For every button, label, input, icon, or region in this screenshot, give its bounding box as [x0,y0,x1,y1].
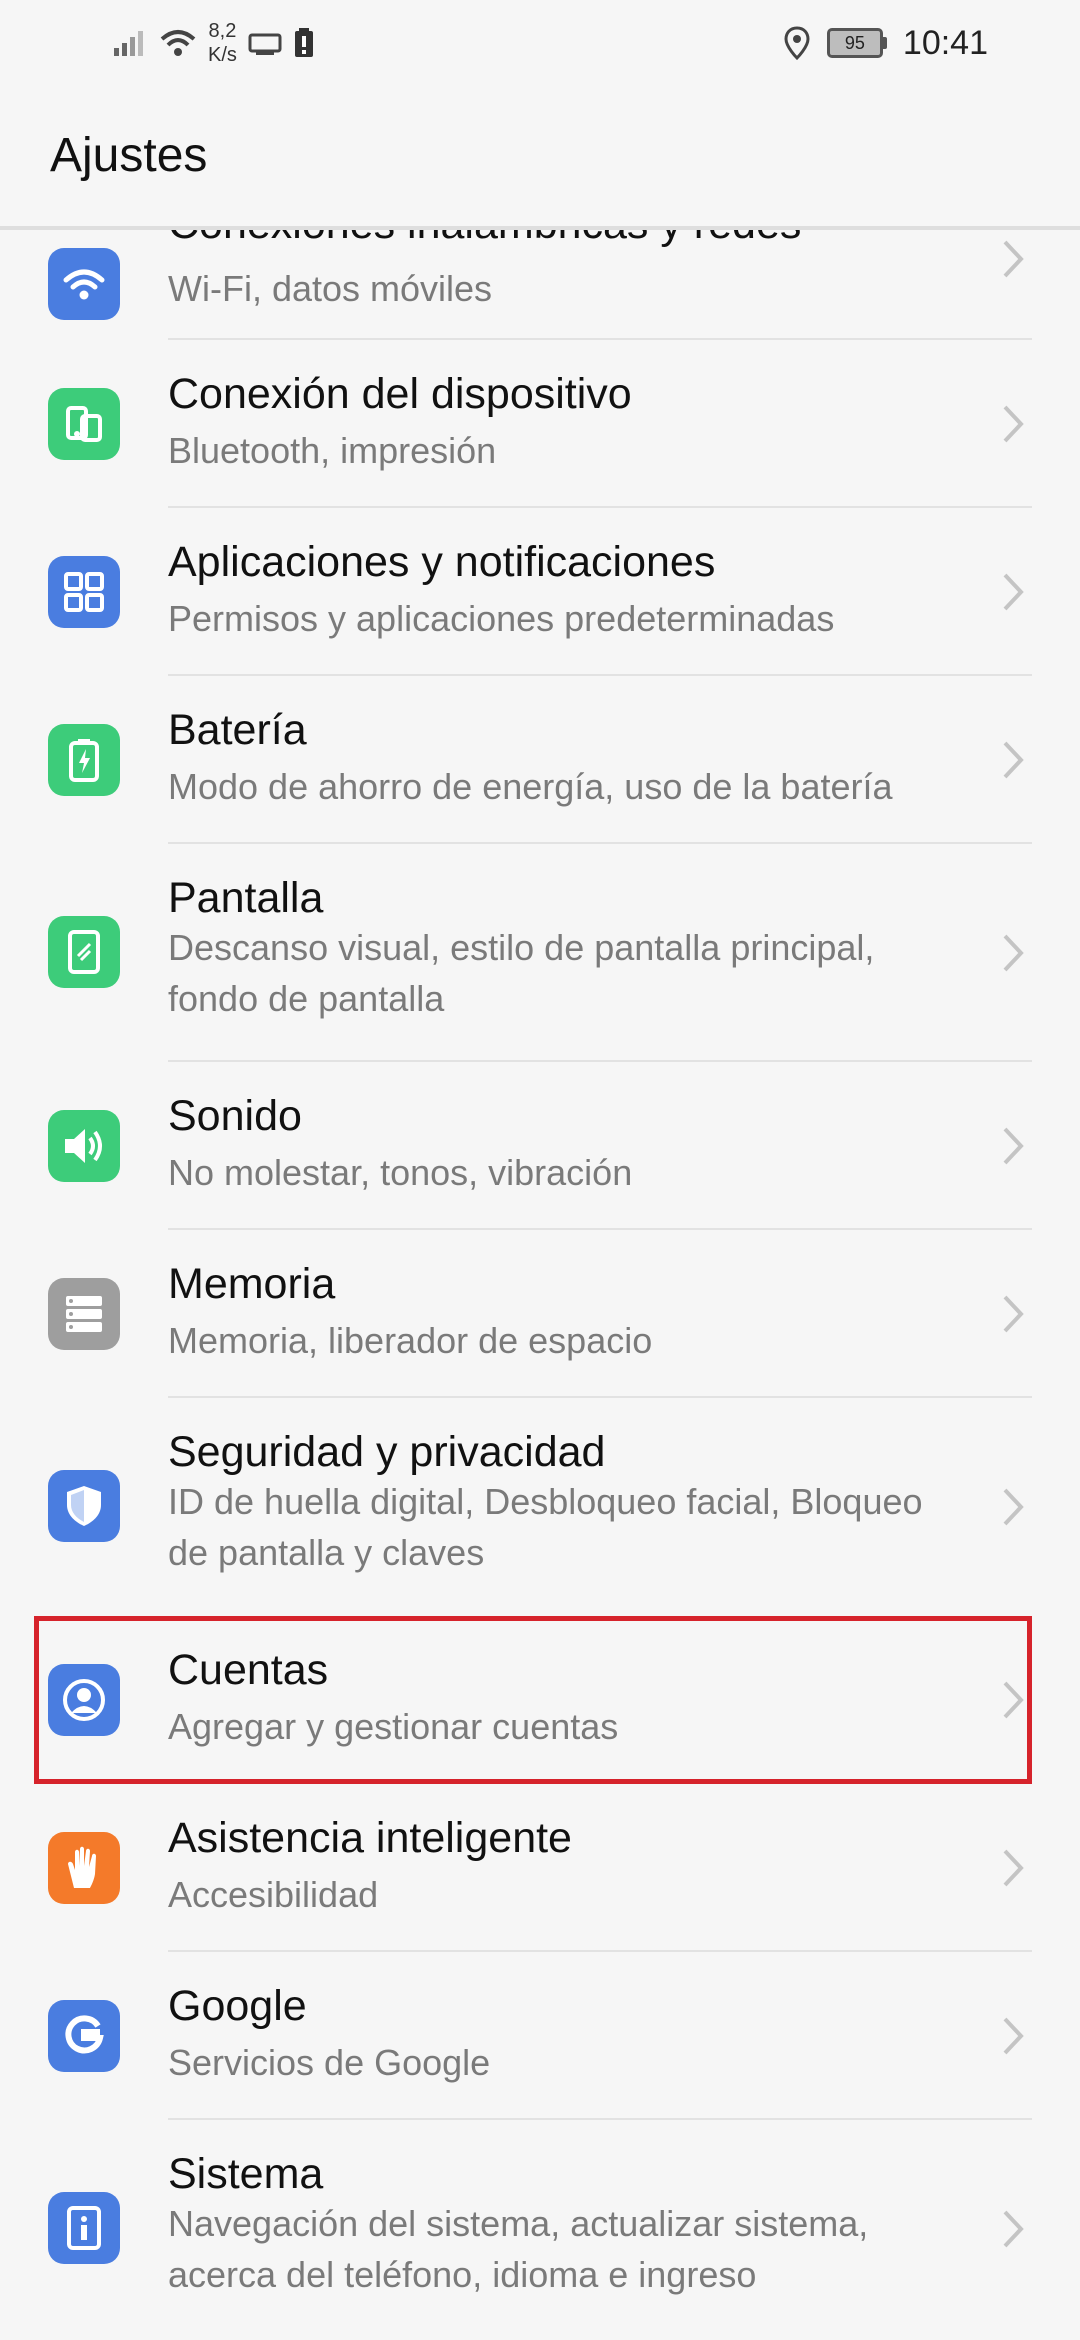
setting-subtitle: Agregar y gestionar cuentas [168,1706,619,1747]
battery-alert-icon [294,28,313,57]
settings-item-security[interactable]: Seguridad y privacidad ID de huella digi… [0,1398,1080,1616]
settings-item-system[interactable]: Sistema Navegación del sistema, actualiz… [0,2120,1080,2338]
setting-title: Sistema [168,2150,324,2198]
status-right-group: 95 10:41 [783,18,988,68]
battery-icon [48,724,120,796]
chevron-right-icon [1003,1295,1024,1333]
setting-title: Cuentas [168,1646,329,1694]
wifi-icon [48,248,120,320]
setting-title: Conexión del dispositivo [168,370,632,418]
setting-subtitle: No molestar, tonos, vibración [168,1152,633,1193]
chevron-right-icon [1003,934,1024,972]
setting-title: Seguridad y privacidad [168,1428,606,1476]
setting-subtitle: Servicios de Google [168,2042,491,2083]
setting-subtitle: Memoria, liberador de espacio [168,1320,653,1361]
settings-item-sound[interactable]: Sonido No molestar, tonos, vibración [0,1062,1080,1230]
net-speed-value: 8,2 [208,20,237,42]
setting-title: Asistencia inteligente [168,1814,572,1862]
chevron-right-icon [1003,2017,1024,2055]
settings-item-google[interactable]: Google Servicios de Google [0,1952,1080,2120]
setting-subtitle: Bluetooth, impresión [168,430,497,471]
account-icon [48,1664,120,1736]
clock: 10:41 [902,23,988,62]
net-speed: 8,2 K/s [208,19,237,67]
setting-title: Pantalla [168,874,324,922]
setting-subtitle: Descanso visual, estilo de pantalla prin… [168,927,875,1019]
chevron-right-icon [1003,2210,1024,2248]
chevron-right-icon [1003,405,1024,443]
signal-icon [114,31,143,56]
info-icon [48,2192,120,2264]
setting-title: Batería [168,706,307,754]
settings-item-display[interactable]: Pantalla Descanso visual, estilo de pant… [0,844,1080,1062]
setting-subtitle: Accesibilidad [168,1874,379,1915]
status-left-group: 8,2 K/s [112,18,315,68]
cast-icon [248,33,282,55]
chevron-right-icon [1003,1127,1024,1165]
setting-title: Sonido [168,1092,302,1140]
chevron-right-icon [1003,240,1024,278]
wifi-status-icon [160,30,196,56]
net-speed-unit: K/s [208,44,237,66]
battery-indicator: 95 [826,28,887,58]
status-bar: 8,2 K/s 95 10:41 [0,0,1080,86]
setting-subtitle: Modo de ahorro de energía, uso de la bat… [168,766,893,807]
app-header: Ajustes [0,86,1080,230]
location-icon [784,26,810,60]
setting-title: Aplicaciones y notificaciones [168,538,716,586]
settings-item-smart-assistance[interactable]: Asistencia inteligente Accesibilidad [0,1784,1080,1952]
setting-subtitle: ID de huella digital, Desbloqueo facial,… [168,1481,923,1573]
hand-icon [48,1832,120,1904]
setting-subtitle: Wi-Fi, datos móviles [168,268,493,309]
settings-item-battery[interactable]: Batería Modo de ahorro de energía, uso d… [0,676,1080,844]
chevron-right-icon [1003,741,1024,779]
chevron-right-icon [1003,573,1024,611]
battery-level: 95 [826,28,883,58]
chevron-right-icon [1003,1488,1024,1526]
shield-icon [48,1470,120,1542]
storage-icon [48,1278,120,1350]
google-icon [48,2000,120,2072]
display-icon [48,916,120,988]
setting-title: Memoria [168,1260,336,1308]
speaker-icon [48,1110,120,1182]
device-connection-icon [48,388,120,460]
battery-tip [882,37,887,49]
page-title: Ajustes [50,129,208,182]
setting-title: Google [168,1982,307,2030]
settings-item-apps[interactable]: Aplicaciones y notificaciones Permisos y… [0,508,1080,676]
setting-subtitle: Navegación del sistema, actualizar siste… [168,2203,869,2295]
settings-item-storage[interactable]: Memoria Memoria, liberador de espacio [0,1230,1080,1398]
settings-item-accounts[interactable]: Cuentas Agregar y gestionar cuentas [0,1616,1080,1784]
chevron-right-icon [1003,1681,1024,1719]
chevron-right-icon [1003,1849,1024,1887]
settings-item-device-connection[interactable]: Conexión del dispositivo Bluetooth, impr… [0,340,1080,508]
apps-grid-icon [48,556,120,628]
setting-subtitle: Permisos y aplicaciones predeterminadas [168,598,835,639]
